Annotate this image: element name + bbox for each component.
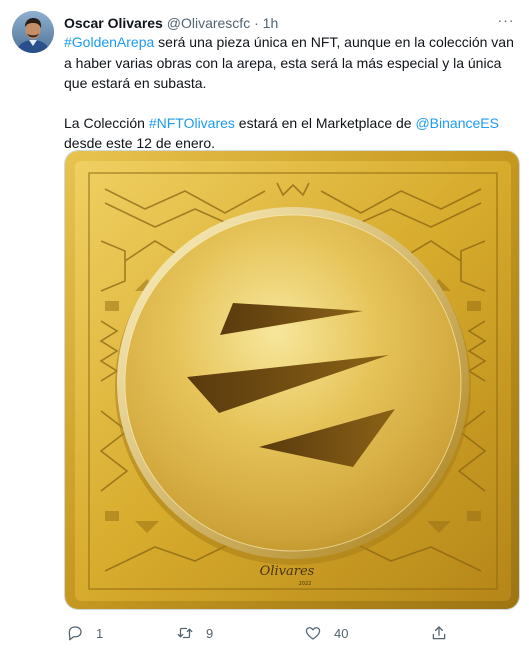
share-button[interactable] <box>430 622 448 644</box>
reply-count: 1 <box>96 625 104 641</box>
tweet-timestamp[interactable]: 1h <box>263 15 279 31</box>
share-upload-icon <box>432 626 446 640</box>
tweet-text: #GoldenArepa será una pieza única en NFT… <box>64 32 520 154</box>
retweet-button[interactable]: 9 <box>176 622 213 644</box>
heart-outline-icon <box>305 627 321 640</box>
mention-binancees-link[interactable]: @BinanceES <box>415 115 498 131</box>
author-handle[interactable]: @Olivarescfc <box>167 15 250 31</box>
retweet-count: 9 <box>206 625 214 641</box>
tweet-actions: 1 9 40 <box>64 622 504 644</box>
tweet-paragraph-1: #GoldenArepa será una pieza única en NFT… <box>64 32 520 94</box>
author-avatar[interactable] <box>12 11 54 53</box>
tweet-card[interactable]: Oscar Olivares @Olivarescfc · 1h ··· #Go… <box>0 0 529 653</box>
paragraph-2-middle: estará en el Marketplace de <box>234 114 416 131</box>
retweet-arrows-icon <box>177 627 193 639</box>
author-name[interactable]: Oscar Olivares <box>64 15 163 31</box>
like-button[interactable]: 40 <box>304 622 348 644</box>
more-options-button[interactable]: ··· <box>493 12 519 32</box>
reply-button[interactable]: 1 <box>66 622 103 644</box>
paragraph-2-suffix: desde este 12 de enero. <box>64 135 216 151</box>
hashtag-goldenarepa-link[interactable]: #GoldenArepa <box>64 34 154 50</box>
tweet-media-image[interactable]: Olivares 2022 <box>64 150 520 610</box>
paragraph-2-prefix: La Colección <box>64 114 149 131</box>
more-dots-icon: ··· <box>497 12 515 28</box>
tweet-paragraph-2: La Colección #NFTOlivares estará en el M… <box>64 113 520 154</box>
artwork-year: 2022 <box>299 581 312 587</box>
header-separator: · <box>254 15 259 31</box>
tweet-header: Oscar Olivares @Olivarescfc · 1h <box>64 14 278 32</box>
like-count: 40 <box>334 625 349 641</box>
comment-bubble-icon <box>68 626 82 641</box>
artist-signature: Olivares <box>260 564 315 579</box>
hashtag-nftolivares-link[interactable]: #NFTOlivares <box>149 115 235 131</box>
